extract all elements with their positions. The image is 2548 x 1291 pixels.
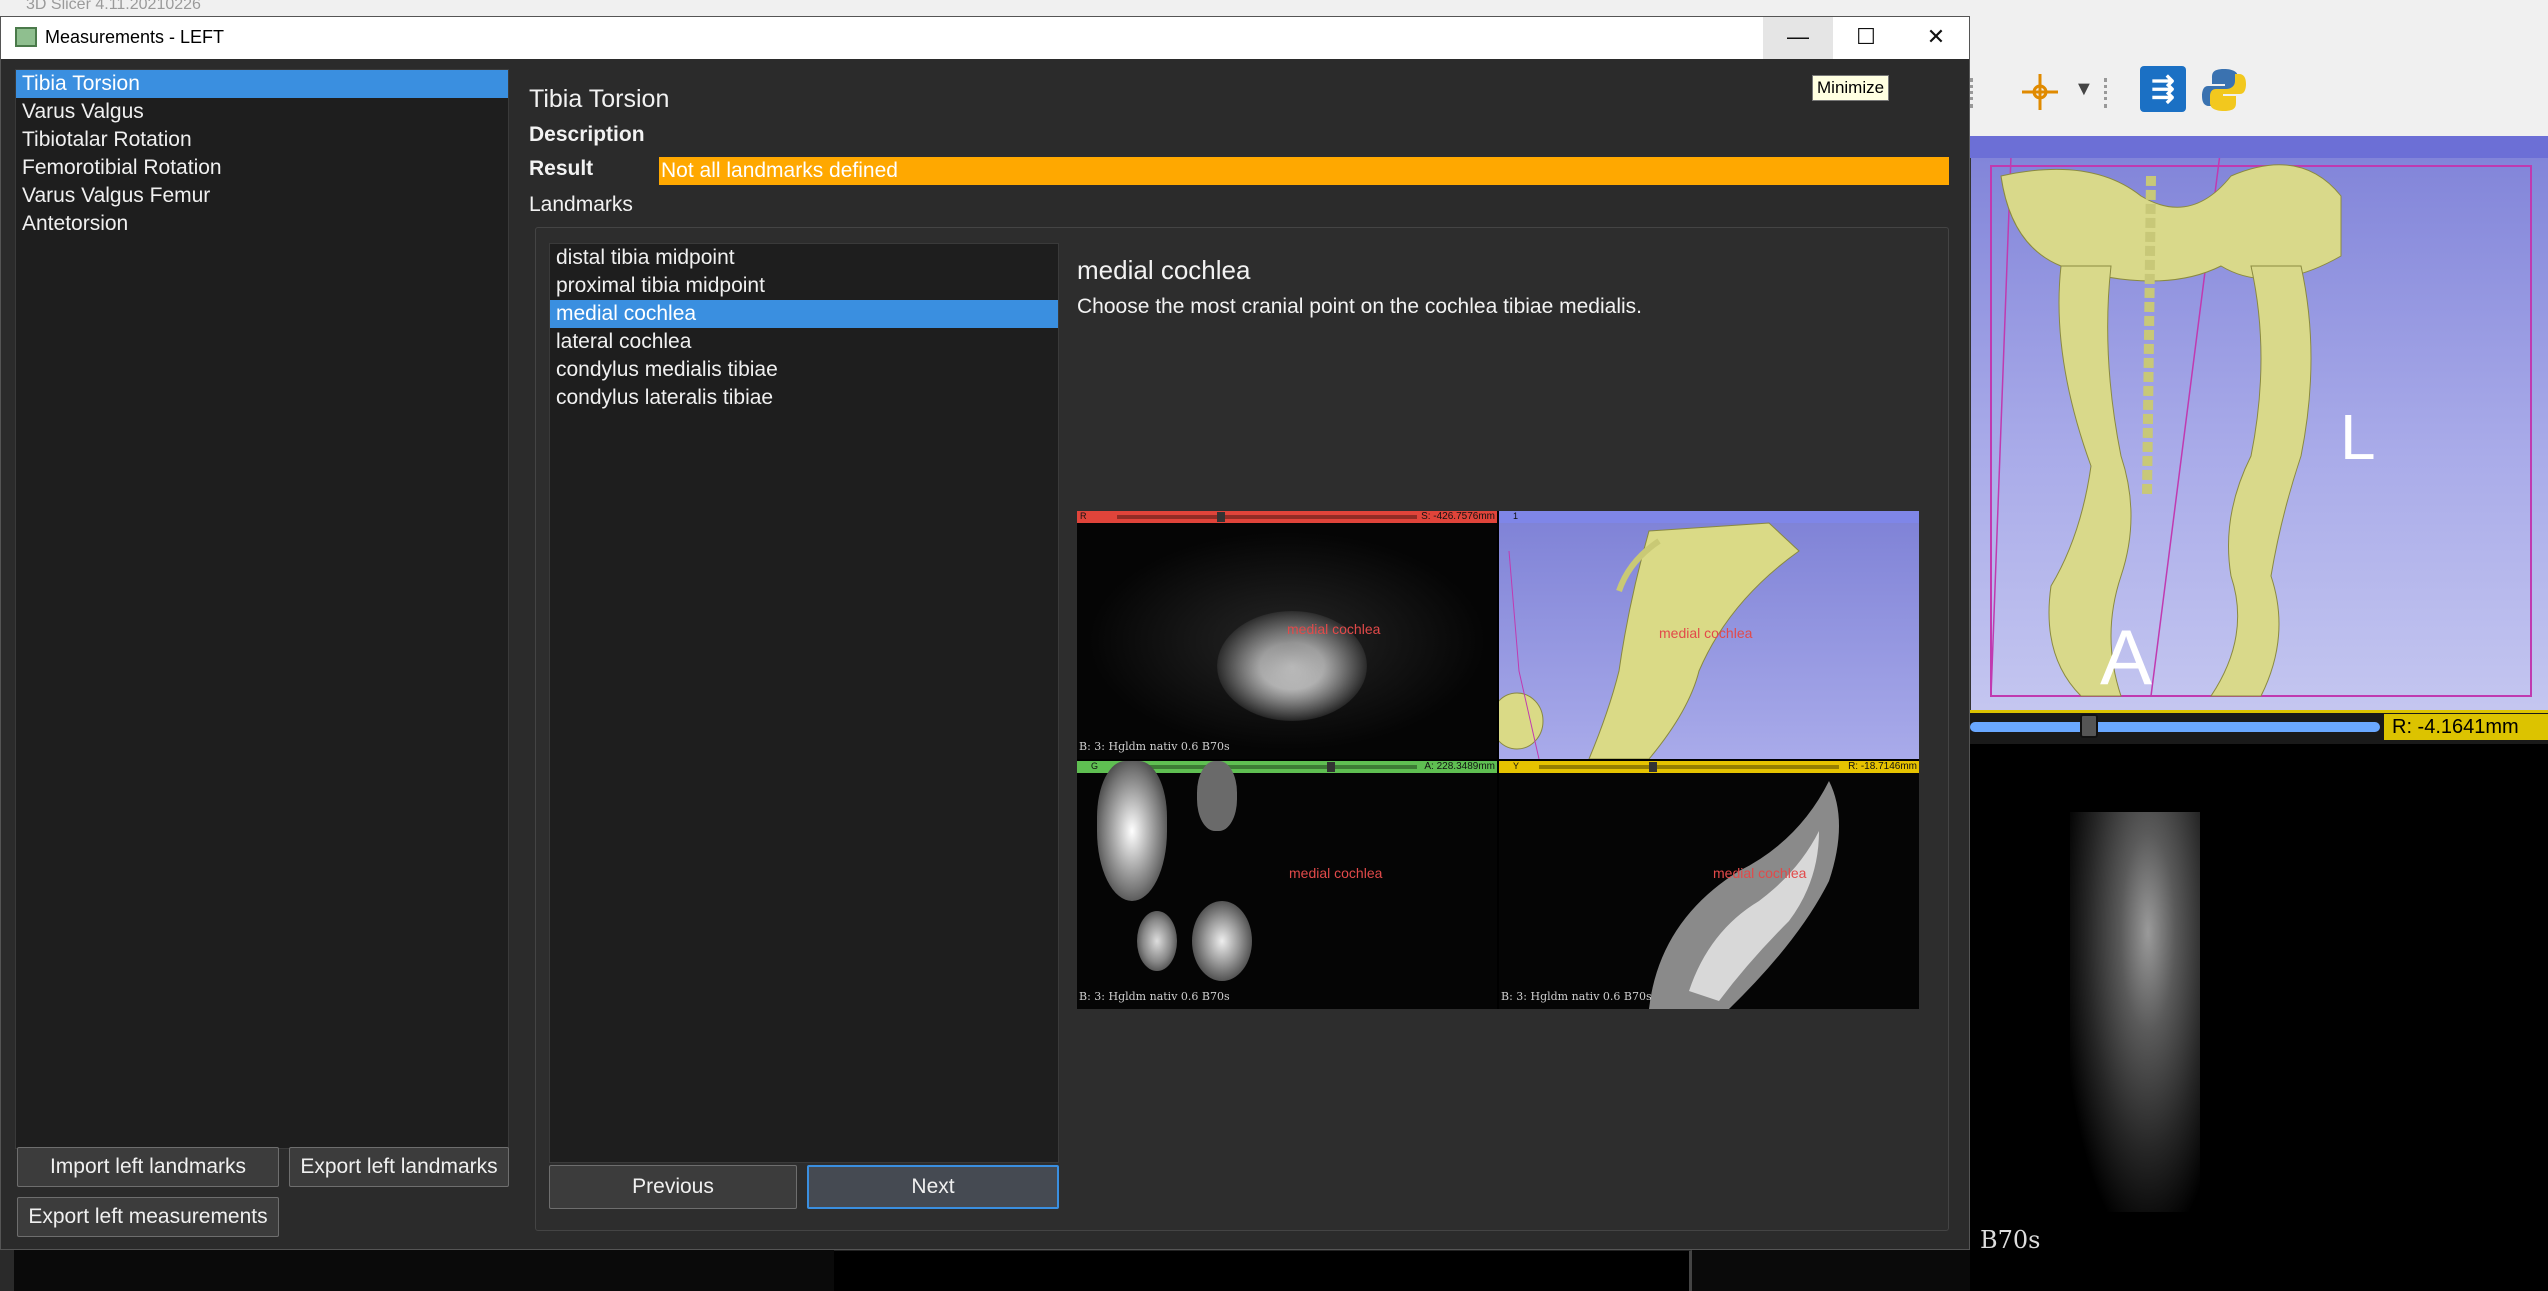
import-landmarks-button[interactable]: Import left landmarks — [17, 1147, 279, 1187]
measurement-item-antetorsion[interactable]: Antetorsion — [16, 210, 508, 238]
three-d-view: 1 medial cochlea — [1499, 511, 1919, 759]
result-label: Result — [529, 157, 594, 180]
measurement-item-varus-valgus-femur[interactable]: Varus Valgus Femur — [16, 182, 508, 210]
export-landmarks-button[interactable]: Export left landmarks — [289, 1147, 509, 1187]
bone-fibula — [1137, 911, 1177, 971]
background-app-title: 3D Slicer 4.11.20210226 — [26, 0, 201, 13]
yellow-landmark-marker: medial cochlea — [1713, 865, 1807, 881]
toolbar-grip[interactable] — [2104, 78, 2112, 108]
window-title: Measurements - LEFT — [45, 27, 225, 47]
chevron-down-icon[interactable]: ▼ — [2074, 78, 2094, 101]
soft-tissue — [1087, 531, 1487, 751]
green-slice-knob — [1327, 762, 1335, 772]
sagittal-view-yellow: Y R: -18.7146mm medial cochlea B: 3: Hgl… — [1499, 761, 1919, 1009]
orientation-label-left: L — [2340, 401, 2376, 473]
bone-left — [1097, 761, 1167, 901]
landmark-item-lateral-cochlea[interactable]: lateral cochlea — [550, 328, 1058, 356]
result-status: Not all landmarks defined — [659, 157, 1949, 185]
toolbar-grip[interactable] — [1970, 78, 1978, 108]
minimize-tooltip: Minimize — [1812, 75, 1890, 101]
landmark-example-image: R S: -426.7576mm medial cochlea B: 3: Hg… — [1077, 511, 1919, 1009]
landmark-item-condylus-lateralis-tibiae[interactable]: condylus lateralis tibiae — [550, 384, 1058, 412]
extensions-manager-icon[interactable]: ⇶ — [2140, 66, 2186, 112]
python-console-icon[interactable] — [2200, 66, 2248, 114]
export-measurements-button[interactable]: Export left measurements — [17, 1197, 279, 1237]
red-slice-knob — [1217, 512, 1225, 522]
green-landmark-marker: medial cochlea — [1289, 865, 1383, 881]
measurement-item-femorotibial-rotation[interactable]: Femorotibial Rotation — [16, 154, 508, 182]
red-slice-slider — [1117, 515, 1417, 519]
landmark-item-medial-cochlea[interactable]: medial cochlea — [550, 300, 1058, 328]
measurement-item-tibiotalar-rotation[interactable]: Tibiotalar Rotation — [16, 126, 508, 154]
background-3d-view-bar[interactable] — [1970, 136, 2548, 158]
measurement-title: Tibia Torsion — [529, 85, 670, 113]
background-slice-view[interactable] — [1970, 744, 2548, 1291]
bone-sagittal-slice — [1649, 781, 1839, 1009]
yellow-view-caption: B: 3: Hgldm nativ 0.6 B70s — [1501, 990, 1652, 1003]
red-view-tag: R — [1080, 511, 1087, 521]
crosshair-icon[interactable] — [2020, 72, 2060, 112]
measurement-list[interactable]: Tibia Torsion Varus Valgus Tibiotalar Ro… — [15, 69, 509, 1149]
measurement-item-tibia-torsion[interactable]: Tibia Torsion — [16, 70, 508, 98]
slice-offset-readout: R: -4.1641mm — [2384, 714, 2548, 740]
green-view-tag: G — [1091, 761, 1099, 771]
red-slice-bar: R S: -426.7576mm — [1077, 511, 1497, 523]
red-slice-readout: S: -426.7576mm — [1421, 511, 1495, 522]
measurement-item-varus-valgus[interactable]: Varus Valgus — [16, 98, 508, 126]
window-client-area: Tibia Torsion Varus Valgus Tibiotalar Ro… — [1, 59, 1969, 1249]
red-landmark-marker: medial cochlea — [1287, 621, 1381, 637]
window-minimize-button[interactable]: — — [1763, 17, 1833, 59]
description-label: Description — [529, 123, 645, 146]
landmark-item-distal-tibia-midpoint[interactable]: distal tibia midpoint — [550, 244, 1058, 272]
background-series-caption: B70s — [1980, 1226, 2041, 1254]
measurements-window: Measurements - LEFT — ☐ ✕ Tibia Torsion … — [0, 16, 1970, 1250]
three-d-landmark-marker: medial cochlea — [1659, 625, 1753, 641]
landmark-list[interactable]: distal tibia midpoint proximal tibia mid… — [549, 243, 1059, 1163]
green-slice-slider — [1117, 765, 1417, 769]
window-close-button[interactable]: ✕ — [1901, 17, 1971, 59]
landmark-item-condylus-medialis-tibiae[interactable]: condylus medialis tibiae — [550, 356, 1058, 384]
landmarks-label: Landmarks — [529, 193, 633, 216]
green-slice-readout: A: 228.3489mm — [1424, 761, 1495, 772]
background-app-titlebar — [0, 0, 2548, 16]
landmark-item-proximal-tibia-midpoint[interactable]: proximal tibia midpoint — [550, 272, 1058, 300]
axial-view-red: R S: -426.7576mm medial cochlea B: 3: Hg… — [1077, 511, 1497, 759]
screen: 3D Slicer 4.11.20210226 ▼ ⇶ L A R: -4.16… — [0, 0, 2548, 1291]
red-view-caption: B: 3: Hgldm nativ 0.6 B70s — [1079, 740, 1230, 753]
sagittal-ct-image — [2070, 812, 2200, 1212]
next-button[interactable]: Next — [807, 1165, 1059, 1209]
orientation-label-anterior: A — [2100, 613, 2153, 701]
skeleton-render — [1990, 145, 2532, 697]
bone-shaft — [1197, 761, 1237, 831]
app-icon — [15, 27, 37, 47]
background-slice-view-bottom — [834, 1250, 1692, 1291]
green-view-caption: B: 3: Hgldm nativ 0.6 B70s — [1079, 990, 1230, 1003]
slice-offset-slider-handle[interactable] — [2080, 714, 2098, 738]
landmark-name: medial cochlea — [1077, 255, 1251, 285]
previous-button[interactable]: Previous — [549, 1165, 797, 1209]
background-3d-view[interactable] — [1970, 136, 2548, 710]
slice-offset-slider[interactable] — [1970, 722, 2380, 732]
window-maximize-button[interactable]: ☐ — [1831, 17, 1901, 59]
coronal-view-green: G A: 228.3489mm medial cochlea B: 3: Hgl… — [1077, 761, 1497, 1009]
bone-tarsal — [1192, 901, 1252, 981]
window-titlebar[interactable]: Measurements - LEFT — ☐ ✕ — [1, 17, 1969, 59]
landmark-description: Choose the most cranial point on the coc… — [1077, 295, 1642, 318]
